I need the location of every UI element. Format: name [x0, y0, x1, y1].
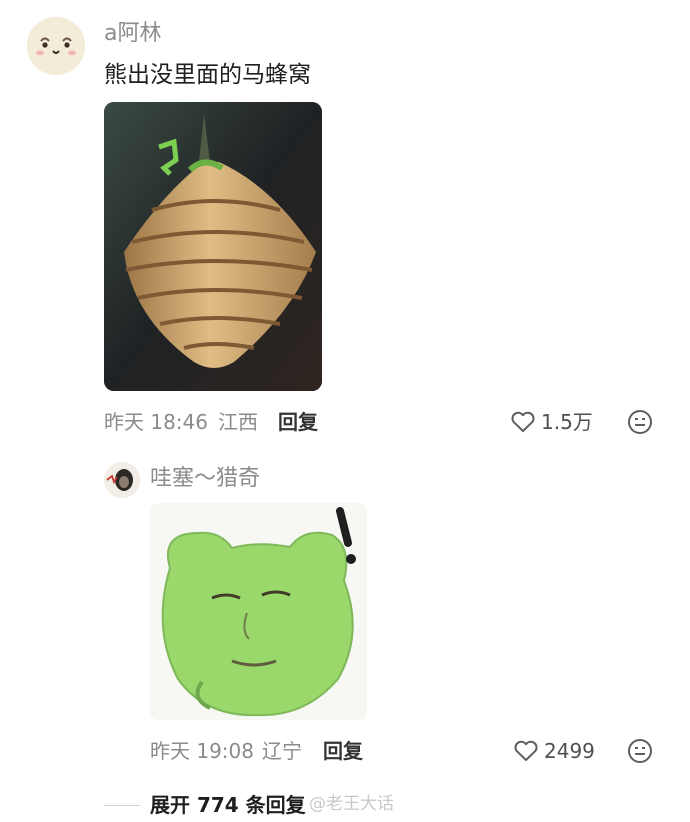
beehive-illustration	[104, 102, 322, 391]
comment-time: 昨天 18:46	[104, 410, 208, 434]
replier-avatar[interactable]	[104, 462, 140, 498]
avatar-image	[104, 462, 140, 498]
heart-icon	[511, 411, 535, 432]
heart-icon	[514, 740, 538, 761]
comment-location: 江西	[218, 410, 258, 434]
reply-location: 辽宁	[262, 739, 302, 763]
comment-like-count: 1.5万	[541, 410, 593, 434]
comment-text: 熊出没里面的马蜂窝	[104, 62, 311, 88]
expand-divider	[104, 805, 140, 806]
commenter-username[interactable]: a阿林	[104, 20, 161, 48]
watermark: @老王大话	[309, 794, 394, 814]
reply-reply-button[interactable]: 回复	[323, 738, 363, 764]
reply-image-frog-meme[interactable]	[150, 503, 367, 720]
avatar-face	[27, 17, 85, 75]
replier-username[interactable]: 哇塞～猎奇	[150, 465, 260, 493]
emoji-icon[interactable]	[627, 738, 653, 764]
frog-meme-illustration	[150, 503, 367, 720]
reply-time: 昨天 19:08	[150, 739, 254, 763]
commenter-avatar[interactable]	[27, 17, 85, 75]
reply-like-count: 2499	[544, 739, 595, 763]
comment-image-beehive[interactable]	[104, 102, 322, 391]
comment-like-button[interactable]: 1.5万	[510, 408, 600, 436]
comment-reply-button[interactable]: 回复	[278, 409, 318, 435]
emoji-icon[interactable]	[627, 409, 653, 435]
expand-replies-button[interactable]: 展开 774 条回复	[150, 792, 306, 818]
reply-like-button[interactable]: 2499	[513, 737, 603, 765]
